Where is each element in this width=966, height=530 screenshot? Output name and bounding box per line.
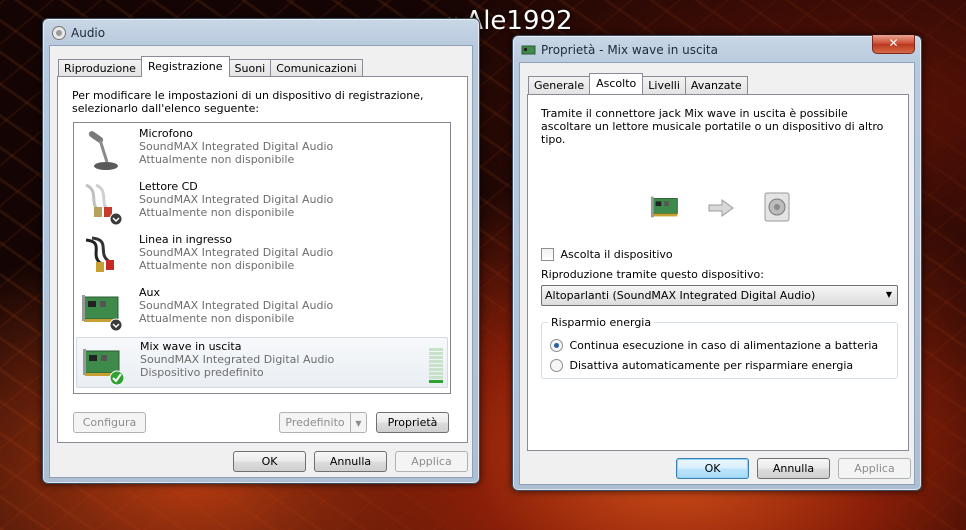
tab-communications[interactable]: Comunicazioni xyxy=(270,59,363,77)
power-option-continue[interactable]: Continua esecuzione in caso di alimentaz… xyxy=(550,338,878,352)
apply-button[interactable]: Applica xyxy=(395,451,468,472)
device-driver: SoundMAX Integrated Digital Audio xyxy=(139,140,334,153)
properties-window: Proprietà - Mix wave in uscita ✕ General… xyxy=(512,35,922,491)
arrow-right-icon xyxy=(708,199,734,217)
cancel-button[interactable]: Annulla xyxy=(757,458,830,479)
tab-playback[interactable]: Riproduzione xyxy=(58,59,142,77)
list-item[interactable]: Lettore CD SoundMAX Integrated Digital A… xyxy=(76,178,448,229)
playback-device-value: Altoparlanti (SoundMAX Integrated Digita… xyxy=(545,289,816,302)
listen-checkbox[interactable] xyxy=(541,247,554,261)
device-driver: SoundMAX Integrated Digital Audio xyxy=(139,193,334,206)
sound-card-icon xyxy=(82,295,123,332)
cancel-button[interactable]: Annulla xyxy=(314,451,387,472)
properties-button[interactable]: Proprietà xyxy=(376,412,449,433)
sound-card-icon xyxy=(521,45,536,55)
ok-button[interactable]: OK xyxy=(676,458,749,479)
list-item[interactable]: Linea in ingresso SoundMAX Integrated Di… xyxy=(76,231,448,282)
device-status: Attualmente non disponibile xyxy=(139,206,295,219)
list-item[interactable]: Microfono SoundMAX Integrated Digital Au… xyxy=(76,125,448,176)
client-area: Riproduzione Registrazione Suoni Comunic… xyxy=(49,45,473,478)
device-status: Attualmente non disponibile xyxy=(139,312,295,325)
device-driver: SoundMAX Integrated Digital Audio xyxy=(139,299,334,312)
device-driver: SoundMAX Integrated Digital Audio xyxy=(139,246,334,259)
sound-card-icon xyxy=(650,196,678,218)
apply-button[interactable]: Applica xyxy=(838,458,911,479)
power-option-label: Disattiva automaticamente per risparmiar… xyxy=(569,358,854,372)
speaker-icon xyxy=(764,192,790,222)
radio-disable[interactable] xyxy=(550,358,563,372)
playback-device-select[interactable]: Altoparlanti (SoundMAX Integrated Digita… xyxy=(541,285,898,306)
list-item[interactable]: Aux SoundMAX Integrated Digital Audio At… xyxy=(76,284,448,335)
set-default-button[interactable]: Predefinito xyxy=(279,412,351,433)
level-meter xyxy=(429,341,443,383)
client-area: Generale Ascolto Livelli Avanzate Tramit… xyxy=(519,62,915,485)
listen-panel: Tramite il connettore jack Mix wave in u… xyxy=(527,94,909,451)
tab-strip: Generale Ascolto Livelli Avanzate xyxy=(528,73,748,94)
device-name: Lettore CD xyxy=(139,180,198,193)
tab-recording[interactable]: Registrazione xyxy=(140,56,230,77)
speaker-icon xyxy=(52,26,66,40)
power-option-disable[interactable]: Disattiva automaticamente per risparmiar… xyxy=(550,358,853,372)
rca-cable-icon xyxy=(85,236,114,272)
power-group: Risparmio energia Continua esecuzione in… xyxy=(541,316,898,379)
power-group-title: Risparmio energia xyxy=(548,316,655,329)
list-item[interactable]: Mix wave in uscita SoundMAX Integrated D… xyxy=(76,337,448,388)
device-status: Attualmente non disponibile xyxy=(139,153,295,166)
configure-button[interactable]: Configura xyxy=(73,412,146,433)
ok-button[interactable]: OK xyxy=(233,451,306,472)
sound-card-icon xyxy=(83,349,125,386)
radio-continue[interactable] xyxy=(550,338,563,352)
tab-sounds[interactable]: Suoni xyxy=(228,59,272,77)
close-icon: ✕ xyxy=(888,36,899,50)
window-title: Audio xyxy=(71,26,106,40)
playback-label: Riproduzione tramite questo dispositivo: xyxy=(541,268,764,281)
tab-general[interactable]: Generale xyxy=(528,76,591,94)
device-name: Linea in ingresso xyxy=(139,233,232,246)
tab-listen[interactable]: Ascolto xyxy=(589,73,644,94)
watermark-text: Ale1992 xyxy=(465,6,573,36)
tab-strip: Riproduzione Registrazione Suoni Comunic… xyxy=(58,56,363,77)
device-status: Attualmente non disponibile xyxy=(139,259,295,272)
power-option-label: Continua esecuzione in caso di alimentaz… xyxy=(569,338,879,352)
device-name: Mix wave in uscita xyxy=(140,340,242,353)
microphone-icon xyxy=(88,131,118,170)
device-list[interactable]: Microfono SoundMAX Integrated Digital Au… xyxy=(73,122,451,394)
device-name: Aux xyxy=(139,286,161,299)
intro-text: Per modificare le impostazioni di un dis… xyxy=(72,89,424,115)
set-default-dropdown[interactable]: ▼ xyxy=(350,412,367,433)
chevron-down-icon: ▼ xyxy=(355,419,362,428)
close-button[interactable]: ✕ xyxy=(872,35,915,54)
window-title: Proprietà - Mix wave in uscita xyxy=(541,43,718,57)
listen-checkbox-row[interactable]: Ascolta il dispositivo xyxy=(541,247,673,261)
chevron-down-icon: ▼ xyxy=(885,290,892,299)
audio-window: Audio Riproduzione Registrazione Suoni C… xyxy=(42,18,480,484)
tab-levels[interactable]: Livelli xyxy=(642,76,686,94)
description-text: Tramite il connettore jack Mix wave in u… xyxy=(541,107,884,146)
tab-advanced[interactable]: Avanzate xyxy=(684,76,748,94)
device-driver: SoundMAX Integrated Digital Audio xyxy=(140,353,335,366)
device-name: Microfono xyxy=(139,127,193,140)
device-status: Dispositivo predefinito xyxy=(140,366,264,379)
cd-cable-icon xyxy=(85,183,123,226)
listen-label: Ascolta il dispositivo xyxy=(560,247,673,261)
recording-panel: Per modificare le impostazioni di un dis… xyxy=(57,76,468,443)
